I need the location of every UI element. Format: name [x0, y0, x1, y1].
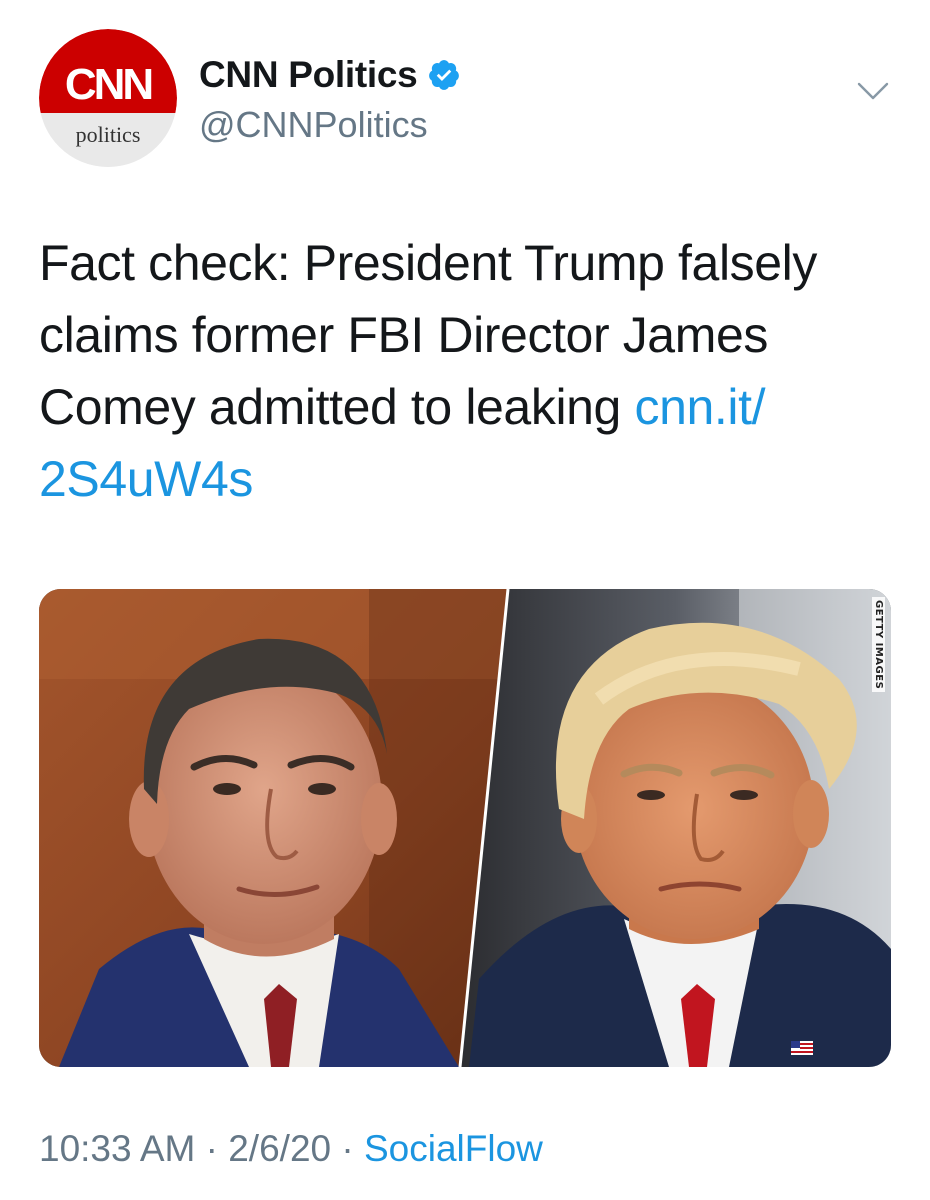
tweet-photo[interactable]: GETTY IMAGES	[39, 589, 891, 1067]
getty-images-watermark: GETTY IMAGES	[872, 597, 885, 693]
tweet-card: CNN politics CNN Politics @CNNPolitics F…	[0, 0, 930, 1200]
meta-separator: ·	[331, 1128, 364, 1169]
tweet-date[interactable]: 2/6/20	[228, 1128, 331, 1169]
meta-separator: ·	[195, 1128, 229, 1169]
author-block[interactable]: CNN Politics @CNNPolitics	[199, 52, 461, 146]
right-photo	[461, 589, 891, 1067]
tweet-text: Fact check: President Trump falsely clai…	[39, 227, 899, 515]
author-handle[interactable]: @CNNPolitics	[199, 104, 461, 146]
left-photo	[39, 589, 507, 1067]
author-display-name[interactable]: CNN Politics	[199, 54, 418, 96]
avatar-subtext: politics	[76, 122, 141, 147]
tweet-meta: 10:33 AM · 2/6/20 · SocialFlow	[39, 1128, 543, 1170]
cnn-politics-avatar[interactable]: CNN politics	[39, 29, 177, 167]
chevron-down-icon[interactable]	[856, 80, 890, 102]
verified-badge-icon	[429, 60, 460, 90]
tweet-source-link[interactable]: SocialFlow	[364, 1128, 543, 1169]
tweet-time[interactable]: 10:33 AM	[39, 1128, 195, 1169]
cnn-logo-text: CNN	[65, 60, 152, 109]
